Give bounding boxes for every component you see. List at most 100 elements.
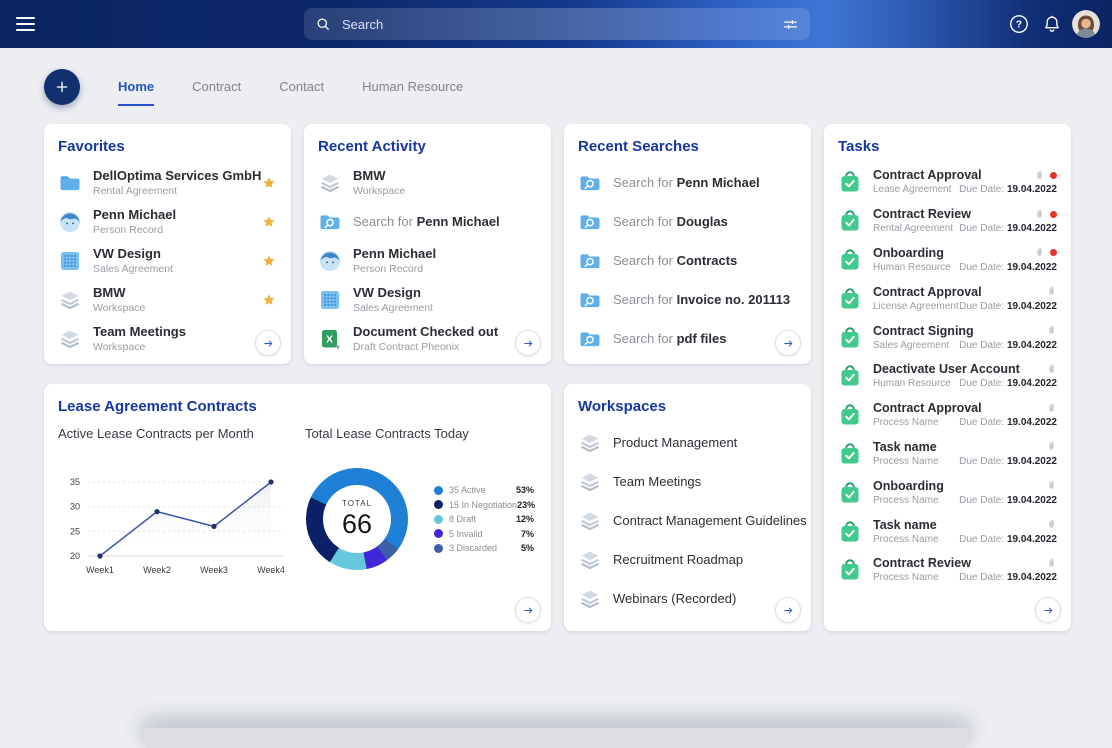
favorite-item[interactable]: Team Meetings Workspace (58, 319, 277, 358)
paperclip-icon (1046, 519, 1057, 530)
task-item[interactable]: Deactivate User Account Human Resource Du… (838, 357, 1057, 396)
star-icon[interactable] (261, 292, 277, 308)
task-check-icon (838, 558, 862, 582)
line-point (268, 479, 274, 485)
notifications-bell-icon[interactable] (1041, 13, 1063, 35)
line-point (211, 523, 217, 529)
paperclip-icon (1034, 247, 1045, 258)
task-check-icon (838, 481, 862, 505)
activity-item[interactable]: BMW Workspace (318, 163, 537, 202)
search-history-text: Search for Penn Michael (613, 175, 760, 190)
star-icon[interactable] (261, 175, 277, 191)
recent-activity-card: Recent Activity BMW Workspace Search for … (304, 124, 551, 364)
workspace-title: Contract Management Guidelines (613, 513, 807, 528)
star-icon[interactable] (261, 253, 277, 269)
search-history-item[interactable]: Search for Penn Michael (578, 163, 797, 202)
task-subtitle: Process Name (873, 533, 939, 545)
more-arrow-button[interactable] (255, 330, 281, 356)
favorite-item[interactable]: DellOptima Services GmbH Rental Agreement (58, 163, 277, 202)
task-item[interactable]: Contract Review Rental Agreement Due Date… (838, 202, 1057, 241)
menu-icon[interactable] (16, 17, 35, 31)
task-title: Contract Review (873, 556, 971, 571)
task-title: Contract Review (873, 207, 971, 222)
task-item[interactable]: Contract Approval License Agreement Due D… (838, 279, 1057, 318)
activity-item[interactable]: X Document Checked out Draft Contract Phe… (318, 319, 537, 358)
due-date: Due Date: 19.04.2022 (959, 572, 1057, 584)
search-input[interactable] (340, 15, 781, 33)
task-item[interactable]: Onboarding Human Resource Due Date: 19.04… (838, 241, 1057, 280)
donut-total-label: TOTAL (341, 498, 373, 508)
search-history-item[interactable]: Search for Contracts (578, 241, 797, 280)
workspace-title: Webinars (Recorded) (613, 591, 737, 606)
workspace-item[interactable]: Recruitment Roadmap (578, 540, 797, 579)
item-title: VW Design (353, 284, 421, 300)
favorite-item[interactable]: BMW Workspace (58, 280, 277, 319)
add-new-button[interactable] (44, 69, 80, 105)
search-bar[interactable] (304, 8, 810, 40)
search-history-item[interactable]: Search for Douglas (578, 202, 797, 241)
donut-legend: 35 Active 53% 15 In Negotiation 23% 8 Draf… (434, 483, 535, 556)
favorite-item[interactable]: VW Design Sales Agreement (58, 241, 277, 280)
donut-chart-title: Total Lease Contracts Today (305, 426, 469, 441)
paperclip-icon (1046, 325, 1057, 336)
due-date: Due Date: 19.04.2022 (959, 378, 1057, 390)
filter-sliders-icon[interactable] (781, 15, 800, 34)
task-item[interactable]: Contract Review Process Name Due Date: 19… (838, 551, 1057, 590)
card-title: Recent Activity (318, 138, 426, 155)
help-icon[interactable]: ? (1008, 13, 1030, 35)
layers-icon (58, 327, 82, 351)
search-history-item[interactable]: Search for pdf files (578, 319, 797, 358)
task-item[interactable]: Task name Process Name Due Date: 19.04.20… (838, 435, 1057, 474)
task-item[interactable]: Contract Approval Lease Agreement Due Dat… (838, 163, 1057, 202)
overdue-dot (1050, 171, 1057, 179)
person-icon (58, 210, 82, 234)
activity-item[interactable]: VW Design Sales Agreement (318, 280, 537, 319)
more-arrow-button[interactable] (515, 597, 541, 623)
workspace-title: Recruitment Roadmap (613, 552, 744, 567)
tab-contact[interactable]: Contact (279, 79, 324, 106)
task-item[interactable]: Contract Approval Process Name Due Date: … (838, 396, 1057, 435)
paperclip-icon (1046, 558, 1057, 569)
item-title: Team Meetings (93, 323, 186, 339)
grid-icon (58, 249, 82, 273)
star-icon[interactable] (261, 214, 277, 230)
more-arrow-button[interactable] (515, 330, 541, 356)
bottom-window-edge (140, 728, 972, 748)
task-item[interactable]: Contract Signing Sales Agreement Due Date… (838, 318, 1057, 357)
workspace-item[interactable]: Product Management (578, 423, 797, 462)
favorite-item[interactable]: Penn Michael Person Record (58, 202, 277, 241)
user-avatar[interactable] (1072, 10, 1100, 38)
task-check-icon (838, 364, 862, 388)
task-title: Deactivate User Account (873, 362, 1020, 377)
search-history-text: Search for Contracts (613, 253, 738, 268)
line-chart: 35 30 25 20 Week1 Week2 Week3 Week4 (70, 477, 285, 575)
donut-chart: TOTAL 66 (306, 468, 408, 570)
overdue-dot (1050, 249, 1057, 257)
task-item[interactable]: Task name Process Name Due Date: 19.04.20… (838, 512, 1057, 551)
legend-dot (434, 529, 443, 539)
more-arrow-button[interactable] (775, 597, 801, 623)
activity-item[interactable]: Penn Michael Person Record (318, 241, 537, 280)
tab-home[interactable]: Home (118, 79, 155, 106)
more-arrow-button[interactable] (775, 330, 801, 356)
tab-human-resource[interactable]: Human Resource (362, 79, 463, 106)
activity-item[interactable]: Search for Penn Michael (318, 202, 537, 241)
legend-dot (434, 500, 443, 510)
workspace-item[interactable]: Contract Management Guidelines (578, 501, 807, 540)
task-item[interactable]: Onboarding Process Name Due Date: 19.04.2… (838, 473, 1057, 512)
paperclip-icon (1046, 364, 1057, 375)
search-history-item[interactable]: Search for Invoice no. 201113 (578, 280, 797, 319)
activity-search-text: Search for Penn Michael (353, 214, 500, 229)
more-arrow-button[interactable] (1035, 597, 1061, 623)
due-date: Due Date: 19.04.2022 (959, 339, 1057, 351)
tab-contract[interactable]: Contract (192, 79, 241, 106)
search-history-text: Search for pdf files (613, 331, 727, 346)
task-check-icon (838, 248, 862, 272)
workspace-item[interactable]: Webinars (Recorded) (578, 579, 797, 618)
workspace-item[interactable]: Team Meetings (578, 462, 797, 501)
donut-total-value: 66 (341, 508, 373, 539)
task-subtitle: Rental Agreement (873, 223, 954, 235)
recent-searches-card: Recent Searches Search for Penn Michael … (564, 124, 811, 364)
card-title: Favorites (58, 138, 125, 155)
task-title: Onboarding (873, 245, 944, 260)
